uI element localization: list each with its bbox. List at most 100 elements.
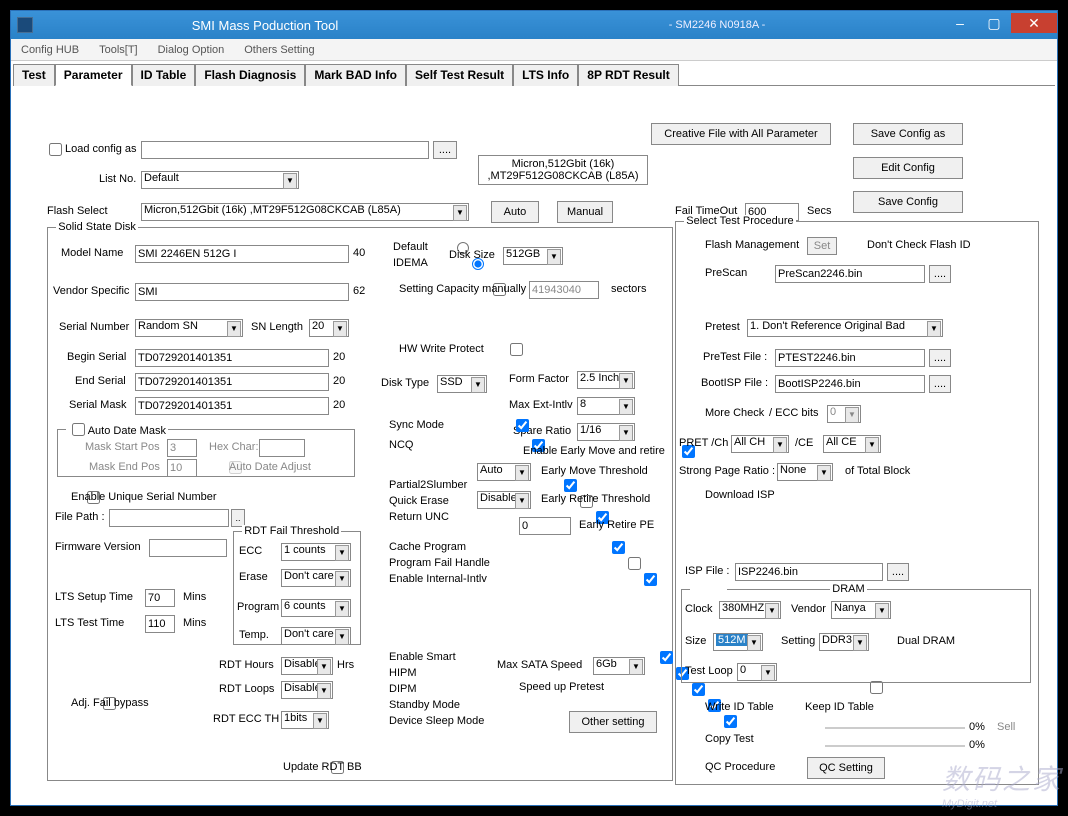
slider-1[interactable] [825,727,965,729]
vendor-input[interactable] [135,283,349,301]
auto-date-mask-check[interactable] [72,423,85,436]
tab-flashdiag[interactable]: Flash Diagnosis [195,64,305,86]
hw-write-check[interactable] [510,343,523,356]
test-loop-select[interactable]: 0 [737,663,777,681]
erase-select[interactable]: Don't care [281,569,351,587]
cache-prog-check[interactable] [612,541,625,554]
prescan-browse[interactable]: .... [929,265,951,283]
menu-dialog[interactable]: Dialog Option [152,42,231,58]
strong-page-label: Strong Page Ratio : [679,465,775,477]
dram-vendor-label: Vendor [791,603,826,615]
bootisp-browse[interactable]: .... [929,375,951,393]
strong-page-select[interactable]: None [777,463,833,481]
early-pe-input[interactable] [519,517,571,535]
model-name-label: Model Name [61,247,123,259]
mask-start-input [167,439,197,457]
pretest-option-select[interactable]: 1. Don't Reference Original Bad [747,319,943,337]
file-path-input[interactable] [109,509,229,527]
close-button[interactable]: ✕ [1011,13,1057,33]
mins2: Mins [183,617,206,629]
load-config-browse[interactable]: .... [433,141,457,159]
max-sata-label: Max SATA Speed [497,659,582,671]
tab-ltsinfo[interactable]: LTS Info [513,64,578,86]
minimize-button[interactable]: – [943,13,977,33]
spare-ratio-select[interactable]: 1/16 [577,423,635,441]
setting-select[interactable]: DDR3 [819,633,869,651]
tab-test[interactable]: Test [13,64,55,86]
enable-smart-check[interactable] [660,651,673,664]
end-serial-input[interactable] [135,373,329,391]
isp-file-browse[interactable]: .... [887,563,909,581]
prog-fail-check[interactable] [628,557,641,570]
save-config-button[interactable]: Save Config [853,191,963,213]
copy-test-label: Copy Test [705,733,754,745]
pretest-file-browse[interactable]: .... [929,349,951,367]
flash-select-label: Flash Select [47,205,108,217]
max-sata-select[interactable]: 6Gb [593,657,645,675]
early-retire-select[interactable]: Disable [477,491,531,509]
sn-length-select[interactable]: 20 [309,319,349,337]
menu-others[interactable]: Others Setting [238,42,320,58]
tab-idtable[interactable]: ID Table [132,64,196,86]
enable-unique-label: Enable Unique Serial Number [71,491,217,503]
other-setting-button[interactable]: Other setting [569,711,657,733]
sync-mode-check[interactable] [516,419,529,432]
rdt-hours-select[interactable]: Disable [281,657,333,675]
serial-mask-input[interactable] [135,397,329,415]
disk-type-select[interactable]: SSD [437,375,487,393]
sn-select[interactable]: Random SN [135,319,243,337]
form-factor-select[interactable]: 2.5 Inch [577,371,635,389]
clock-select[interactable]: 380MHZ [719,601,781,619]
load-config-input[interactable] [141,141,429,159]
tab-8prdt[interactable]: 8P RDT Result [578,64,678,86]
max-ext-select[interactable]: 8 [577,397,635,415]
pretest-file-input[interactable] [775,349,925,367]
listno-select[interactable]: Default [141,171,299,189]
load-config-check[interactable] [49,143,62,156]
lts-test-input[interactable] [145,615,175,633]
early-move-select[interactable]: Auto [477,463,531,481]
dram-vendor-select[interactable]: Nanya [831,601,891,619]
flash-select-dropdown[interactable]: Micron,512Gbit (16k) ,MT29F512G08CKCAB (… [141,203,469,221]
pret-ch-select[interactable]: All CH [731,435,789,453]
edit-config-button[interactable]: Edit Config [853,157,963,179]
slider-2[interactable] [825,745,965,747]
ecc-select[interactable]: 1 counts [281,543,351,561]
maximize-button[interactable]: ▢ [977,13,1011,33]
creative-file-button[interactable]: Creative File with All Parameter [651,123,831,145]
isp-file-input[interactable] [735,563,883,581]
partial2-check[interactable] [564,479,577,492]
size-select[interactable]: 512M [713,633,763,651]
prescan-input[interactable] [775,265,925,283]
max-ext-label: Max Ext-Intlv [509,399,573,411]
tab-parameter[interactable]: Parameter [55,64,132,86]
ecc-bits-select: 0 [827,405,861,423]
idema-label: IDEMA [393,257,428,269]
temp-select[interactable]: Don't care [281,627,351,645]
tab-selftest[interactable]: Self Test Result [406,64,513,86]
program-select[interactable]: 6 counts [281,599,351,617]
isp-file-label: ISP File : [685,565,729,577]
model-name-input[interactable] [135,245,349,263]
end-len: 20 [333,375,345,387]
qc-setting-button[interactable]: QC Setting [807,757,885,779]
manual-button[interactable]: Manual [557,201,613,223]
lts-setup-input[interactable] [145,589,175,607]
tab-markbad[interactable]: Mark BAD Info [305,64,406,86]
early-move-label: Early Move Threshold [541,465,648,477]
rdt-loops-select[interactable]: Disable [281,681,333,699]
rdt-ecc-select[interactable]: 1bits [281,711,329,729]
enable-intlv-check[interactable] [644,573,657,586]
lts-test-label: LTS Test Time [55,617,124,629]
model-len: 40 [353,247,365,259]
save-config-as-button[interactable]: Save Config as [853,123,963,145]
window-title: SMI Mass Poduction Tool [39,18,491,33]
menu-config[interactable]: Config HUB [15,42,85,58]
begin-serial-input[interactable] [135,349,329,367]
bootisp-input[interactable] [775,375,925,393]
disk-size-select[interactable]: 512GB [503,247,563,265]
firmware-input[interactable] [149,539,227,557]
auto-button[interactable]: Auto [491,201,539,223]
menu-tools[interactable]: Tools[T] [93,42,144,58]
ce-select[interactable]: All CE [823,435,881,453]
